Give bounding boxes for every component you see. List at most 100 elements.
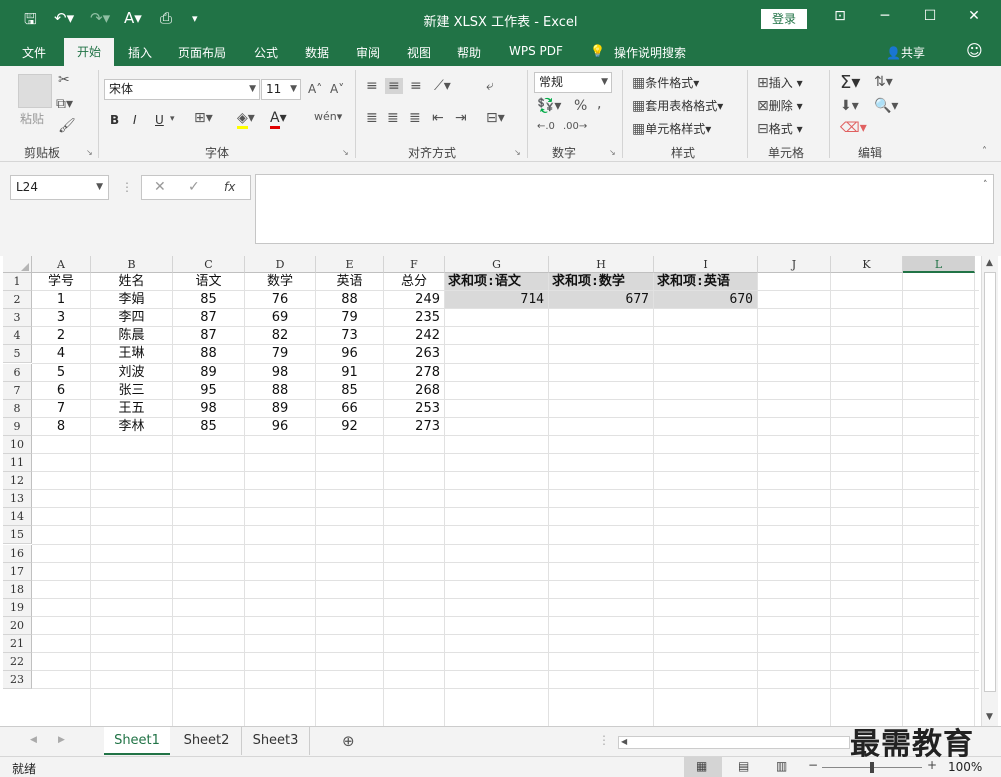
cell-A2[interactable]: 1	[32, 291, 90, 308]
fill-color-icon[interactable]: ◈▾	[237, 110, 255, 129]
tab-data[interactable]: 数据	[305, 44, 329, 61]
tab-help[interactable]: 帮助	[457, 44, 481, 61]
enter-icon[interactable]: ✓	[188, 179, 200, 195]
formula-input[interactable]	[255, 174, 994, 244]
phonetic-icon[interactable]: wén▾	[314, 110, 342, 123]
align-right-icon[interactable]: ≣	[409, 110, 421, 126]
cell-F6[interactable]: 278	[384, 364, 444, 381]
paste-button[interactable]: 粘贴	[20, 110, 44, 127]
font-color-icon[interactable]: A▾	[270, 110, 287, 129]
cell-E4[interactable]: 73	[316, 327, 383, 344]
cell-A9[interactable]: 8	[32, 418, 90, 435]
cell-B2[interactable]: 李娟	[91, 291, 172, 308]
tab-wps-pdf[interactable]: WPS PDF	[509, 44, 563, 58]
cell-C6[interactable]: 89	[173, 364, 244, 381]
scroll-down-icon[interactable]: ▼	[986, 712, 993, 722]
cell-B9[interactable]: 李林	[91, 418, 172, 435]
cell-C4[interactable]: 87	[173, 327, 244, 344]
zoom-out-icon[interactable]: −	[808, 758, 818, 772]
increase-decimal-icon[interactable]: ←.0	[537, 121, 555, 132]
cell-A8[interactable]: 7	[32, 400, 90, 417]
cut-icon[interactable]: ✂	[58, 72, 70, 88]
column-header-B[interactable]: B	[91, 256, 173, 273]
align-middle-icon[interactable]: ≡	[385, 78, 403, 94]
row-header-23[interactable]: 23	[3, 671, 32, 690]
tab-home[interactable]: 开始	[64, 38, 114, 66]
tab-page-layout[interactable]: 页面布局	[178, 44, 226, 61]
cell-D1[interactable]: 数学	[245, 273, 315, 290]
cell-F2[interactable]: 249	[384, 291, 444, 308]
ribbon-display-icon[interactable]: ⊡	[828, 8, 852, 24]
row-header-18[interactable]: 18	[3, 580, 32, 599]
alignment-launcher-icon[interactable]: ↘	[514, 148, 521, 157]
cell-A7[interactable]: 6	[32, 382, 90, 399]
column-header-K[interactable]: K	[831, 256, 903, 273]
cell-F4[interactable]: 242	[384, 327, 444, 344]
collapse-ribbon-icon[interactable]: ˄	[982, 146, 987, 157]
cell-E5[interactable]: 96	[316, 345, 383, 362]
column-header-L[interactable]: L	[903, 256, 975, 273]
decrease-decimal-icon[interactable]: .00→	[563, 121, 587, 132]
comma-icon[interactable]: ,	[597, 96, 601, 112]
row-header-6[interactable]: 6	[3, 363, 32, 382]
format-painter-icon[interactable]: 🖌	[58, 118, 76, 134]
row-header-7[interactable]: 7	[3, 381, 32, 400]
copy-icon[interactable]: ⧉▾	[56, 96, 73, 112]
bold-button[interactable]: B	[110, 113, 119, 127]
cell-C2[interactable]: 85	[173, 291, 244, 308]
tab-review[interactable]: 审阅	[356, 44, 380, 61]
insert-cells-button[interactable]: ⊞插入 ▾	[757, 74, 803, 91]
row-header-12[interactable]: 12	[3, 472, 32, 491]
tell-me-search[interactable]: 操作说明搜索	[614, 44, 686, 61]
autosum-icon[interactable]: Σ▾	[840, 72, 860, 93]
smiley-icon[interactable]: ☺	[966, 41, 983, 60]
cell-F1[interactable]: 总分	[384, 273, 444, 290]
cell-D3[interactable]: 69	[245, 309, 315, 326]
maximize-icon[interactable]: ☐	[918, 8, 942, 24]
increase-indent-icon[interactable]: ⇥	[455, 110, 467, 126]
scroll-left-icon[interactable]: ◀	[621, 737, 627, 746]
cell-C9[interactable]: 85	[173, 418, 244, 435]
cell-G2[interactable]: 714	[445, 291, 548, 309]
cell-B7[interactable]: 张三	[91, 382, 172, 399]
cell-I2[interactable]: 670	[654, 291, 757, 309]
cancel-icon[interactable]: ✕	[154, 179, 166, 195]
splitter-icon[interactable]: ⋮	[121, 180, 133, 194]
cell-C1[interactable]: 语文	[173, 273, 244, 290]
zoom-slider-thumb[interactable]	[870, 762, 874, 773]
cell-A4[interactable]: 2	[32, 327, 90, 344]
row-header-16[interactable]: 16	[3, 544, 32, 563]
row-header-11[interactable]: 11	[3, 454, 32, 473]
tab-formulas[interactable]: 公式	[254, 44, 278, 61]
cell-A1[interactable]: 学号	[32, 273, 90, 290]
horizontal-scrollbar[interactable]: ◀	[618, 736, 850, 749]
font-size-combo[interactable]: 11 ▼	[261, 79, 301, 100]
cell-C8[interactable]: 98	[173, 400, 244, 417]
clipboard-launcher-icon[interactable]: ↘	[86, 148, 93, 157]
row-header-5[interactable]: 5	[3, 345, 32, 364]
orientation-icon[interactable]: ⟋▾	[434, 78, 451, 94]
clear-icon[interactable]: ⌫▾	[840, 120, 867, 136]
page-break-view-icon[interactable]: ▥	[776, 759, 787, 773]
select-all-corner[interactable]	[3, 256, 32, 273]
scroll-up-icon[interactable]: ▲	[986, 258, 993, 268]
row-header-22[interactable]: 22	[3, 653, 32, 672]
wrap-text-icon[interactable]: ⤶	[486, 78, 494, 94]
cell-B3[interactable]: 李四	[91, 309, 172, 326]
cell-D4[interactable]: 82	[245, 327, 315, 344]
scroll-thumb[interactable]	[984, 272, 996, 692]
collapse-formula-icon[interactable]: ˄	[983, 180, 988, 190]
cell-E8[interactable]: 66	[316, 400, 383, 417]
number-format-combo[interactable]: 常规 ▼	[534, 72, 612, 93]
increase-font-icon[interactable]: A˄	[308, 82, 322, 96]
sheet-tab-2[interactable]: Sheet2	[172, 727, 242, 755]
sheet-tab-3[interactable]: Sheet3	[242, 727, 310, 755]
cell-D9[interactable]: 96	[245, 418, 315, 435]
font-name-combo[interactable]: 宋体 ▼	[104, 79, 260, 100]
currency-icon[interactable]: 💱▾	[537, 98, 561, 114]
conditional-format-button[interactable]: ▦条件格式▾	[632, 74, 699, 91]
cell-D2[interactable]: 76	[245, 291, 315, 308]
row-header-20[interactable]: 20	[3, 616, 32, 635]
row-header-1[interactable]: 1	[3, 273, 32, 292]
cell-A6[interactable]: 5	[32, 364, 90, 381]
